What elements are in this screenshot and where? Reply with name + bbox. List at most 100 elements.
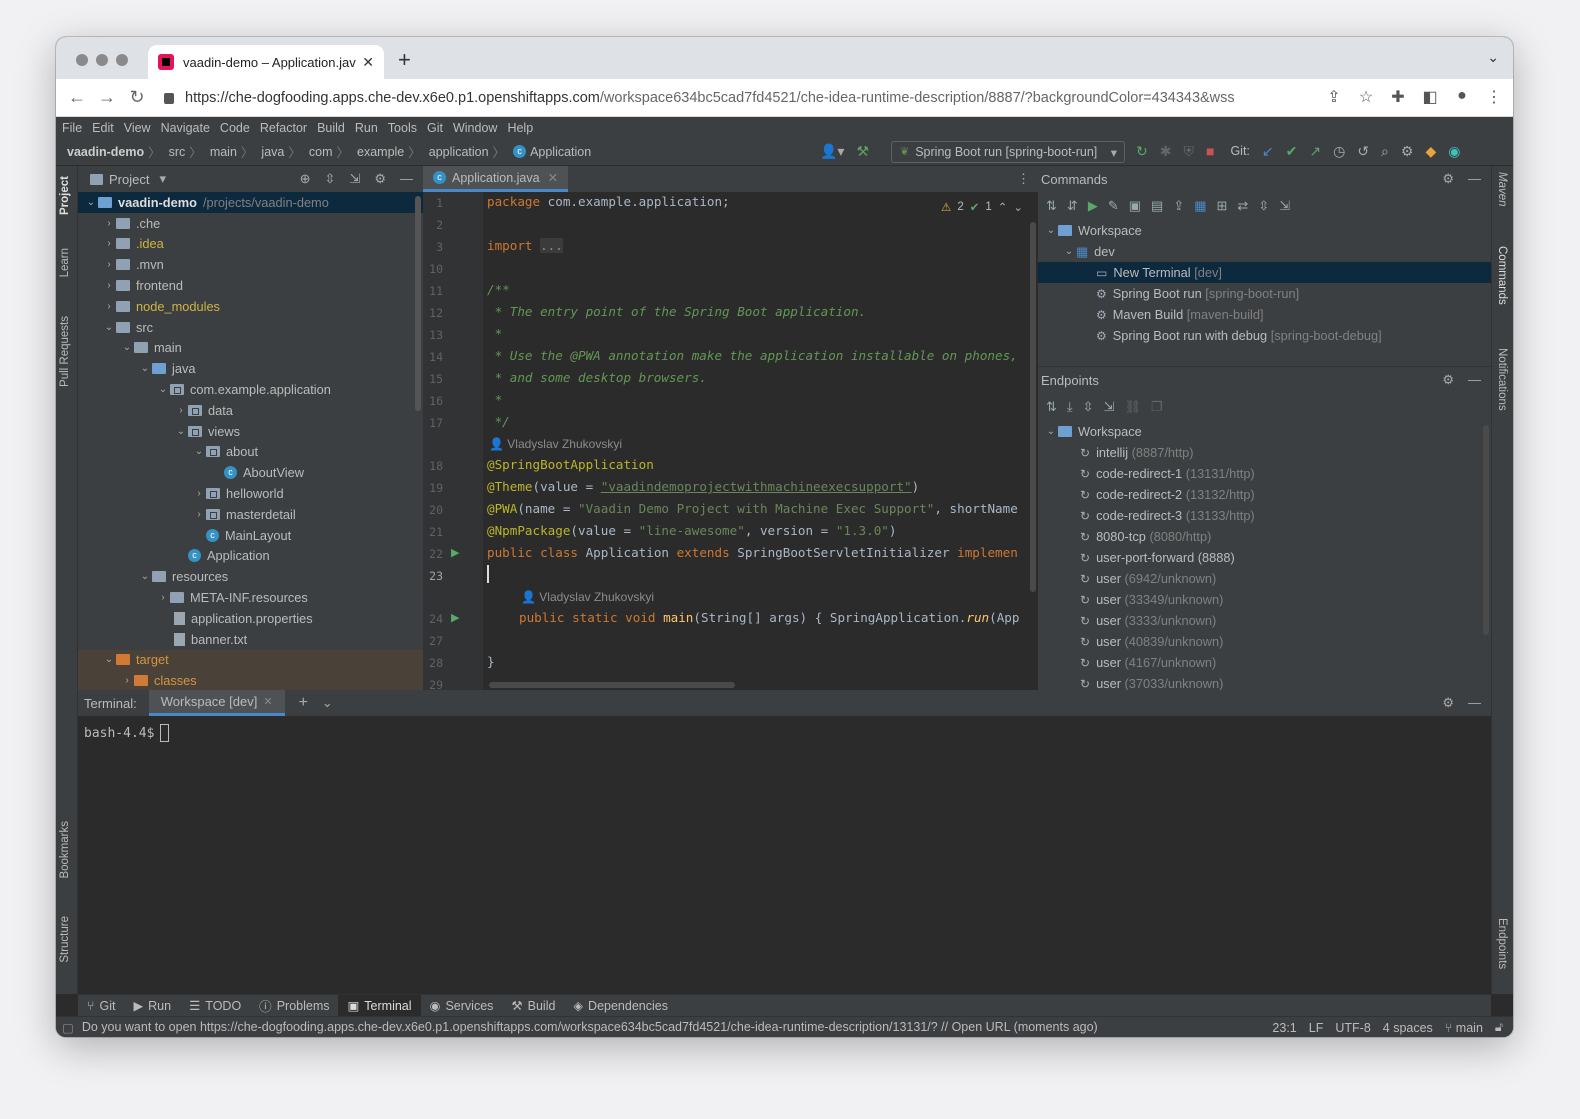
close-tab-icon[interactable]: ✕ xyxy=(263,695,272,708)
remove-folder-icon[interactable]: ▤ xyxy=(1151,198,1163,214)
menu-file[interactable]: File xyxy=(62,121,82,135)
tree-item[interactable]: › frontend xyxy=(78,275,423,296)
close-tab-icon[interactable]: ✕ xyxy=(362,54,374,71)
file-encoding[interactable]: UTF-8 xyxy=(1335,1021,1370,1035)
chevron-down-icon[interactable]: ⌄ xyxy=(1013,200,1023,214)
history-icon[interactable]: ◷ xyxy=(1333,143,1345,159)
endpoints-scrollbar[interactable] xyxy=(1483,425,1489,635)
group-icon[interactable]: ▦ xyxy=(1194,198,1206,214)
tree-item[interactable]: › META-INF.resources xyxy=(78,587,423,608)
copy-icon[interactable]: ❐ xyxy=(1151,399,1163,415)
new-folder-icon[interactable]: ⊞ xyxy=(1217,198,1228,214)
close-tab-icon[interactable]: ✕ xyxy=(548,170,558,185)
editor-horizontal-scrollbar[interactable] xyxy=(489,682,735,688)
settings-gear-icon[interactable]: ⚙ xyxy=(1442,695,1454,711)
terminal-output[interactable]: bash-4.4$ xyxy=(78,716,1491,750)
tool-tab-git[interactable]: ⑂ Git xyxy=(78,995,125,1017)
terminal-tab[interactable]: Workspace [dev] ✕ xyxy=(148,690,285,716)
tool-window-learn[interactable]: Learn xyxy=(59,248,71,277)
menu-build[interactable]: Build xyxy=(317,121,345,135)
endpoint-item[interactable]: ↻ code-redirect-2 (13132/http) xyxy=(1038,484,1491,505)
endpoint-item[interactable]: ↻ user (3333/unknown) xyxy=(1038,610,1491,631)
browser-tab[interactable]: vaadin-demo – Application.java ✕ xyxy=(148,45,384,79)
endpoint-item[interactable]: ↻ user (40839/unknown) xyxy=(1038,631,1491,652)
profile-avatar-icon[interactable]: ● xyxy=(1453,87,1471,107)
run-gutter-icon[interactable]: ▶ xyxy=(451,611,459,624)
code-area[interactable]: package com.example.application; import … xyxy=(487,192,1030,669)
user-icon[interactable]: 👤▾ xyxy=(820,143,844,159)
close-window-button[interactable] xyxy=(76,54,88,66)
indent-setting[interactable]: 4 spaces xyxy=(1383,1021,1433,1035)
tool-window-structure[interactable]: Structure xyxy=(59,916,71,963)
editor-vertical-scrollbar[interactable] xyxy=(1030,222,1036,592)
endpoint-item[interactable]: ↻ user (33349/unknown) xyxy=(1038,589,1491,610)
add-folder-icon[interactable]: ▣ xyxy=(1129,198,1141,214)
tool-window-maven[interactable]: Maven xyxy=(1496,172,1508,207)
command-item[interactable]: ⚙ Spring Boot run with debug [spring-boot… xyxy=(1038,325,1491,346)
commands-group-node[interactable]: ⌄ ▦ dev xyxy=(1038,241,1491,262)
tree-item[interactable]: ⌄ main xyxy=(78,338,423,359)
link-icon[interactable]: ⛓ xyxy=(1124,399,1141,415)
tree-item[interactable]: c AboutView xyxy=(78,462,423,483)
share-icon[interactable]: ⇪ xyxy=(1325,87,1343,107)
rerun-icon[interactable]: ↻ xyxy=(1136,143,1148,159)
git-branch-widget[interactable]: ⑂ main xyxy=(1445,1021,1483,1035)
tool-window-commands[interactable]: Commands xyxy=(1496,246,1508,305)
new-tab-button[interactable]: + xyxy=(398,49,411,71)
breadcrumb-com[interactable]: com xyxy=(309,145,333,159)
collapse-all-icon[interactable]: ⇲ xyxy=(1104,399,1115,415)
menu-help[interactable]: Help xyxy=(507,121,533,135)
tree-item[interactable]: ⌄ about xyxy=(78,442,423,463)
tree-item[interactable]: ⌄ resources xyxy=(78,566,423,587)
tree-item[interactable]: › node_modules xyxy=(78,296,423,317)
side-panel-icon[interactable]: ◧ xyxy=(1421,87,1439,107)
menu-tools[interactable]: Tools xyxy=(388,121,417,135)
tree-item[interactable]: ⌄ java xyxy=(78,358,423,379)
tool-window-endpoints[interactable]: Endpoints xyxy=(1496,918,1508,969)
tool-tab-terminal[interactable]: ▣ Terminal xyxy=(338,994,421,1017)
chevron-up-icon[interactable]: ⌃ xyxy=(998,200,1008,214)
tree-item[interactable]: › .mvn xyxy=(78,254,423,275)
search-icon[interactable]: ⌕ xyxy=(1381,143,1389,159)
tree-item[interactable]: › .idea xyxy=(78,234,423,255)
sort-icon[interactable]: ⇅ xyxy=(1046,198,1057,214)
endpoint-item[interactable]: ↻ intellij (8887/http) xyxy=(1038,442,1491,463)
commands-workspace-node[interactable]: ⌄ Workspace xyxy=(1038,220,1491,241)
move-icon[interactable]: ⇄ xyxy=(1237,198,1248,214)
plugin-icon[interactable]: ◆ xyxy=(1425,143,1436,159)
chevron-down-icon[interactable]: ⌄ xyxy=(322,695,333,711)
project-panel-title[interactable]: Project xyxy=(109,172,149,187)
collapse-all-icon[interactable]: ⇲ xyxy=(1279,198,1290,214)
endpoint-item[interactable]: ↻ 8080-tcp (8080/http) xyxy=(1038,526,1491,547)
tree-item[interactable]: › .che xyxy=(78,213,423,234)
editor-menu-icon[interactable]: ⋮ xyxy=(1017,171,1030,187)
tree-item[interactable]: › data xyxy=(78,400,423,421)
debug-icon[interactable]: ✱ xyxy=(1160,143,1172,159)
hide-panel-icon[interactable]: — xyxy=(400,171,413,187)
tool-tab-todo[interactable]: ☰ TODO xyxy=(180,995,250,1017)
lock-icon[interactable]: 🔓︎ xyxy=(1495,1020,1503,1035)
tool-tab-build[interactable]: ⚒ Build xyxy=(502,995,564,1017)
rollback-icon[interactable]: ↺ xyxy=(1357,143,1369,159)
tool-tab-dependencies[interactable]: ◈ Dependencies xyxy=(564,995,677,1017)
tree-item[interactable]: › helloworld xyxy=(78,483,423,504)
tool-window-pull-requests[interactable]: Pull Requests xyxy=(59,316,71,387)
tree-item[interactable]: c MainLayout xyxy=(78,525,423,546)
sort-icon[interactable]: ⇅ xyxy=(1046,399,1057,415)
endpoints-workspace-node[interactable]: ⌄ Workspace xyxy=(1038,421,1491,442)
menu-window[interactable]: Window xyxy=(453,121,497,135)
extensions-puzzle-icon[interactable]: ✚ xyxy=(1389,87,1407,107)
hide-panel-icon[interactable]: — xyxy=(1468,372,1481,388)
tool-window-bookmarks[interactable]: Bookmarks xyxy=(59,821,71,879)
browser-menu-icon[interactable]: ⋮ xyxy=(1485,87,1503,107)
endpoint-item[interactable]: ↻ user (6942/unknown) xyxy=(1038,568,1491,589)
expand-all-icon[interactable]: ⇳ xyxy=(1258,198,1269,214)
zoom-window-button[interactable] xyxy=(116,54,128,66)
run-command-icon[interactable]: ▶ xyxy=(1088,198,1098,214)
expand-all-icon[interactable]: ⇳ xyxy=(1083,399,1094,415)
tree-item[interactable]: application.properties xyxy=(78,608,423,629)
tree-item[interactable]: › classes xyxy=(78,670,423,690)
inspection-widget[interactable]: ⚠ 2 ✔ 1 ⌃ ⌄ xyxy=(941,200,1023,214)
edit-command-icon[interactable]: ✎ xyxy=(1108,198,1119,214)
run-gutter-icon[interactable]: ▶ xyxy=(451,546,459,559)
